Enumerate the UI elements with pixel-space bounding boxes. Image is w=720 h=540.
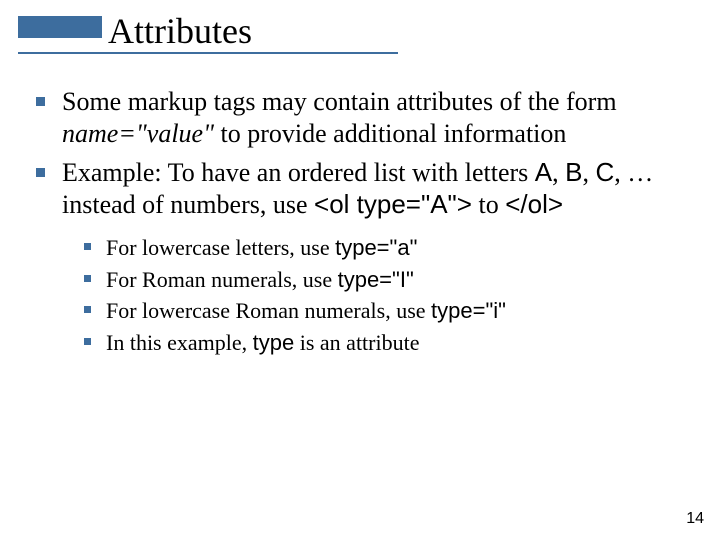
code: type="a"	[335, 235, 417, 260]
list-item: For lowercase Roman numerals, use type="…	[82, 296, 696, 326]
text: For Roman numerals, use	[106, 267, 338, 292]
text: In this example,	[106, 330, 253, 355]
text: to provide additional information	[214, 119, 566, 148]
slide: Attributes Some markup tags may contain …	[0, 0, 720, 540]
page-number: 14	[686, 510, 704, 528]
code: type	[253, 330, 295, 355]
text-value: value	[147, 119, 203, 148]
code: type="i"	[431, 298, 506, 323]
title-underline	[18, 52, 398, 54]
text: of the form	[493, 87, 616, 116]
text: ,	[582, 158, 595, 187]
text: to	[472, 190, 505, 219]
list-item: Some markup tags may contain attributes …	[34, 86, 696, 149]
text-B: B	[565, 157, 582, 187]
text: "	[203, 119, 214, 148]
text: is an attribute	[294, 330, 419, 355]
title-accent-bar	[18, 16, 102, 38]
list-item: For Roman numerals, use type="I"	[82, 265, 696, 295]
bullet-list: Some markup tags may contain attributes …	[34, 86, 696, 358]
text-A: A	[535, 157, 552, 187]
content-area: Some markup tags may contain attributes …	[34, 86, 696, 366]
code: type="I"	[338, 267, 414, 292]
text: ,	[552, 158, 565, 187]
text: Example: To have an ordered list with le…	[62, 158, 535, 187]
code-ol-close: </ol>	[505, 189, 563, 219]
list-item: For lowercase letters, use type="a"	[82, 233, 696, 263]
list-item: Example: To have an ordered list with le…	[34, 157, 696, 357]
code-ol-open: <ol type="A">	[314, 189, 472, 219]
text: Some markup tags may contain	[62, 87, 396, 116]
text-attributes: attributes	[396, 87, 493, 116]
text-C: C	[595, 157, 614, 187]
text: For lowercase letters, use	[106, 235, 335, 260]
page-title: Attributes	[108, 10, 252, 52]
text: For lowercase Roman numerals, use	[106, 298, 431, 323]
list-item: In this example, type is an attribute	[82, 328, 696, 358]
sub-bullet-list: For lowercase letters, use type="a" For …	[82, 233, 696, 358]
text-name: name	[62, 119, 118, 148]
text: ="	[118, 119, 146, 148]
